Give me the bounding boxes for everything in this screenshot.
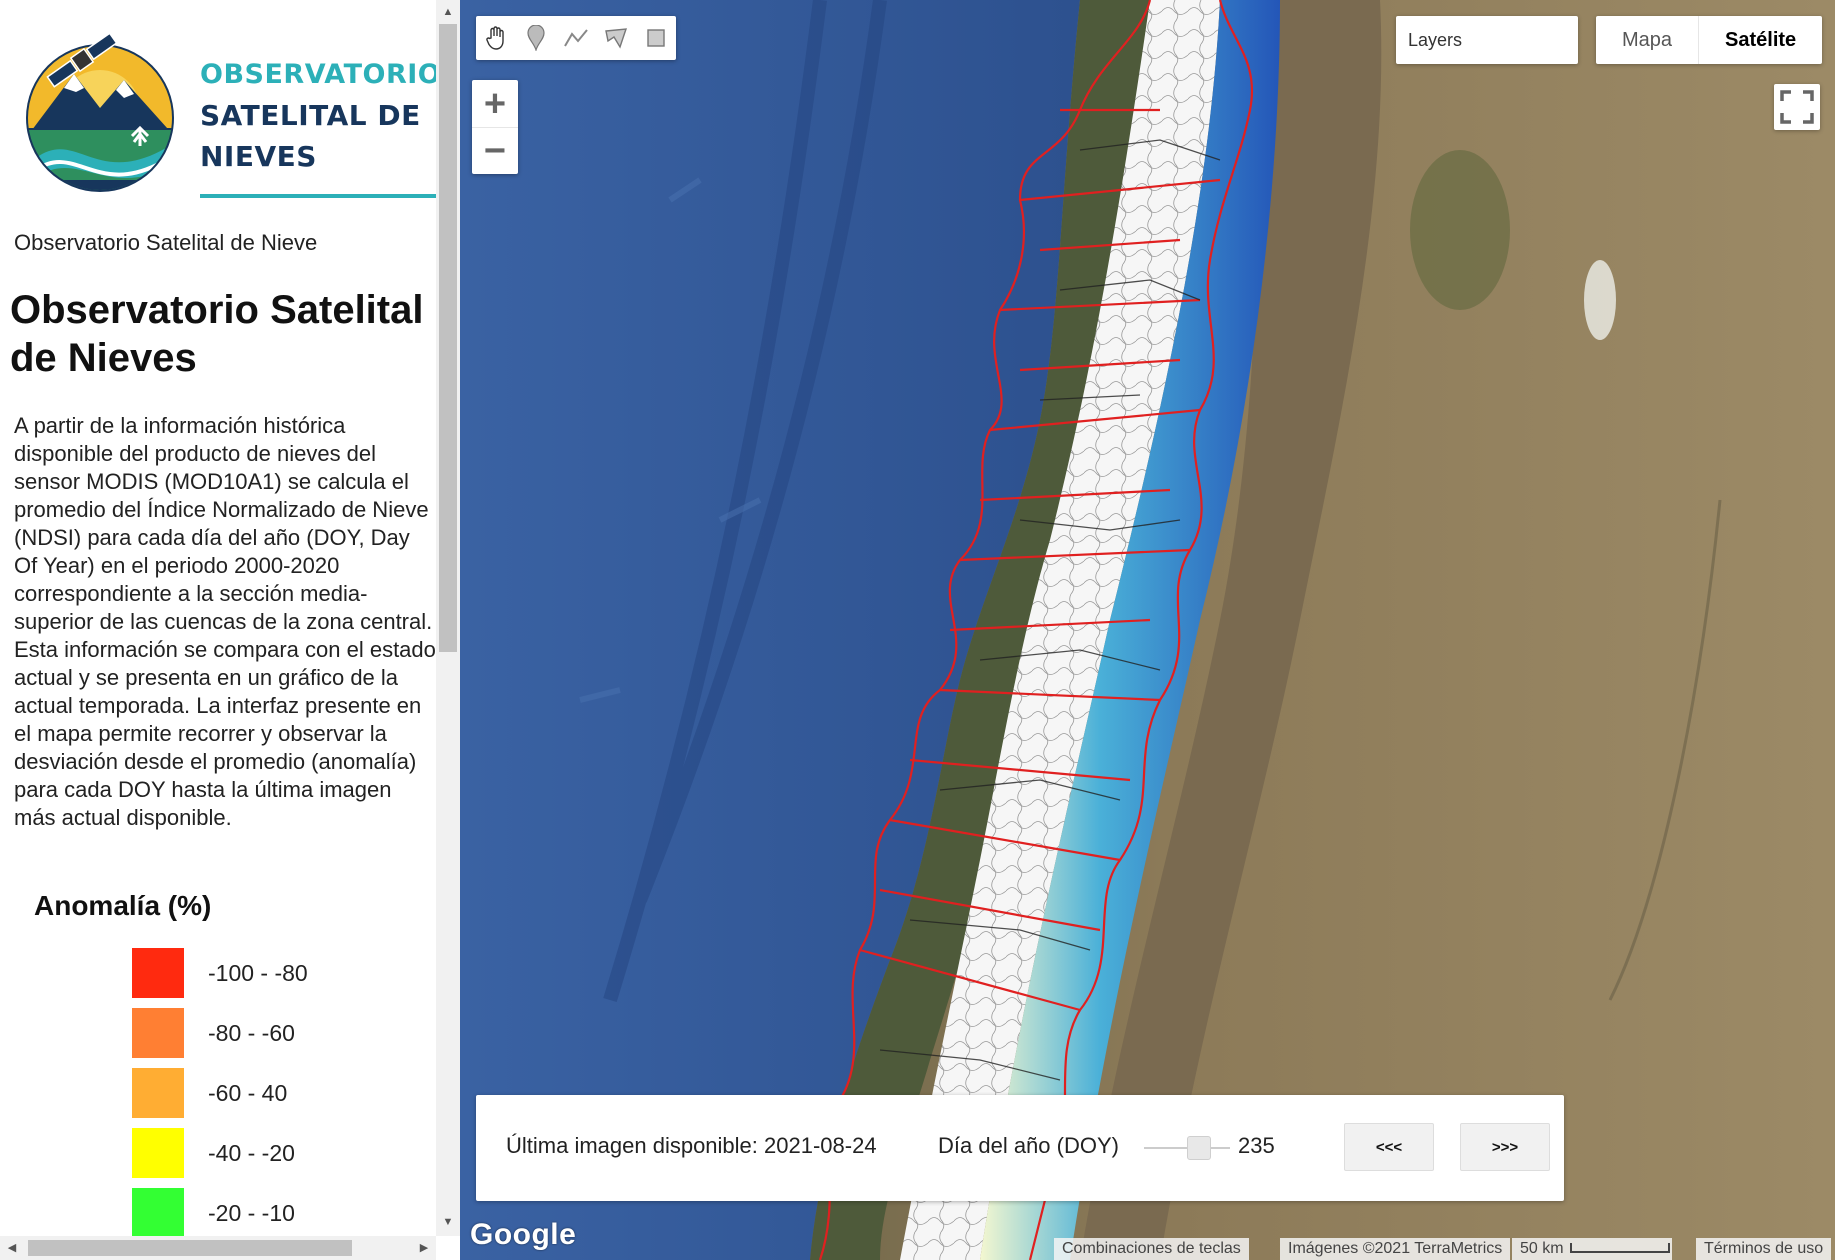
scale-label: 50 km xyxy=(1520,1240,1564,1257)
scale-bar xyxy=(1570,1243,1670,1253)
legend-item: -100 - -80 xyxy=(132,948,372,1008)
map[interactable]: + − Layers Mapa Satélite Última imagen d… xyxy=(460,0,1835,1260)
terms-of-use-link[interactable]: Términos de uso xyxy=(1696,1238,1832,1260)
logo-line-2: SATELITAL DE xyxy=(200,99,421,132)
imagery-attribution-text: Imágenes ©2021 TerraMetrics xyxy=(1288,1240,1503,1257)
legend-label: -20 - -10 xyxy=(208,1200,295,1226)
sidebar-horizontal-scrollbar[interactable]: ◀ ▶ xyxy=(0,1236,436,1260)
logo-emblem-icon xyxy=(26,32,174,192)
legend-label: -100 - -80 xyxy=(208,960,308,986)
map-type-control: Mapa Satélite xyxy=(1596,16,1823,64)
satellite-imagery[interactable] xyxy=(460,0,1835,1260)
last-image-text: Última imagen disponible: 2021-08-24 xyxy=(506,1133,877,1158)
legend-item: -80 - -60 xyxy=(132,1008,372,1068)
logo: OBSERVATORIO SATELITAL DE NIEVES xyxy=(16,18,436,198)
legend: -100 - -80 -80 - -60 -60 - 40 -40 - -20 … xyxy=(132,948,372,1236)
legend-item: -60 - 40 xyxy=(132,1068,372,1128)
sidebar: OBSERVATORIO SATELITAL DE NIEVES Observa… xyxy=(0,0,460,1260)
next-day-button[interactable]: >>> xyxy=(1460,1123,1550,1171)
drawing-toolbar xyxy=(476,16,676,60)
legend-swatch xyxy=(132,948,184,998)
logo-line-3: NIEVES xyxy=(200,140,317,173)
hand-icon[interactable] xyxy=(476,16,516,60)
previous-day-button[interactable]: <<< xyxy=(1344,1123,1434,1171)
doy-slider-thumb[interactable] xyxy=(1187,1136,1211,1160)
date-info-panel: Última imagen disponible: 2021-08-24 Día… xyxy=(476,1095,1564,1201)
legend-label: -40 - -20 xyxy=(208,1140,295,1166)
scroll-up-arrow-icon[interactable]: ▲ xyxy=(438,2,458,22)
legend-label: -60 - 40 xyxy=(208,1080,288,1106)
description: A partir de la información histórica dis… xyxy=(14,413,436,830)
zoom-control: + − xyxy=(472,80,518,174)
legend-item: -40 - -20 xyxy=(132,1128,372,1188)
doy-slider[interactable] xyxy=(1144,1135,1230,1161)
logo-text: OBSERVATORIO SATELITAL DE NIEVES xyxy=(200,54,436,177)
logo-line-1: OBSERVATORIO xyxy=(200,59,436,90)
legend-swatch xyxy=(132,1068,184,1118)
sidebar-content: OBSERVATORIO SATELITAL DE NIEVES Observa… xyxy=(0,0,436,1236)
keyboard-shortcuts-link[interactable]: Combinaciones de teclas xyxy=(1054,1238,1249,1260)
layers-control[interactable]: Layers xyxy=(1396,16,1578,64)
map-type-satellite-button[interactable]: Satélite xyxy=(1698,16,1822,64)
vertical-scroll-thumb[interactable] xyxy=(439,24,457,652)
doy-value: 235 xyxy=(1238,1133,1275,1158)
zoom-out-button[interactable]: − xyxy=(472,127,518,174)
rectangle-icon[interactable] xyxy=(636,16,676,60)
legend-label: -80 - -60 xyxy=(208,1020,295,1046)
logo-underline xyxy=(200,194,436,198)
scale-control[interactable]: 50 km xyxy=(1512,1238,1672,1260)
scroll-left-arrow-icon[interactable]: ◀ xyxy=(2,1238,22,1258)
doy-label: Día del año (DOY) xyxy=(938,1133,1119,1158)
map-type-map-button[interactable]: Mapa xyxy=(1596,16,1698,64)
fullscreen-button[interactable] xyxy=(1774,84,1820,130)
site-name: Observatorio Satelital de Nieve xyxy=(14,230,318,255)
fullscreen-icon xyxy=(1780,90,1814,124)
google-logo: Google xyxy=(470,1218,577,1251)
zoom-in-button[interactable]: + xyxy=(472,80,518,127)
polygon-icon[interactable] xyxy=(596,16,636,60)
scroll-right-arrow-icon[interactable]: ▶ xyxy=(414,1238,434,1258)
imagery-attribution: Imágenes ©2021 TerraMetrics xyxy=(1280,1238,1510,1260)
legend-swatch xyxy=(132,1188,184,1236)
page-title: Observatorio Satelital de Nieves xyxy=(10,288,424,380)
legend-swatch xyxy=(132,1128,184,1178)
polyline-icon[interactable] xyxy=(556,16,596,60)
scroll-down-arrow-icon[interactable]: ▼ xyxy=(438,1212,458,1232)
legend-swatch xyxy=(132,1008,184,1058)
horizontal-scroll-thumb[interactable] xyxy=(28,1240,352,1256)
legend-item: -20 - -10 xyxy=(132,1188,372,1236)
marker-icon[interactable] xyxy=(516,16,556,60)
legend-title: Anomalía (%) xyxy=(34,890,212,921)
sidebar-vertical-scrollbar[interactable]: ▲ ▼ xyxy=(436,0,460,1236)
